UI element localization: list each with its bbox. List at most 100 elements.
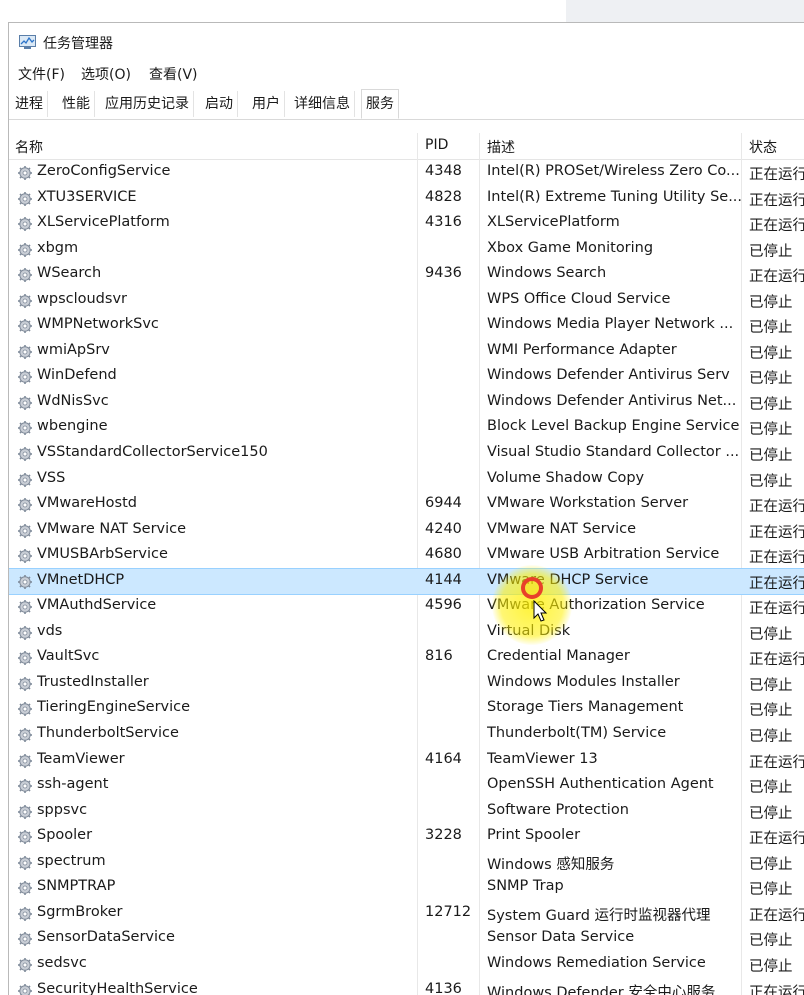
table-row[interactable]: VMUSBArbService4680VMware USB Arbitratio… [9, 543, 804, 569]
service-name: TieringEngineService [37, 699, 417, 715]
menu-bar: 文件(F) 选项(O) 查看(V) [9, 61, 804, 85]
service-status: 已停止 [749, 291, 804, 312]
table-row[interactable]: ZeroConfigService4348Intel(R) PROSet/Wir… [9, 160, 804, 186]
service-pid: 4680 [425, 546, 475, 562]
table-row[interactable]: SensorDataServiceSensor Data Service已停止 [9, 926, 804, 952]
mouse-pointer-icon [533, 600, 549, 624]
gear-icon [17, 650, 33, 666]
service-name: xbgm [37, 240, 417, 256]
tab-users[interactable]: 用户 [248, 91, 285, 117]
service-description: Sensor Data Service [487, 929, 741, 945]
service-name: SNMPTRAP [37, 878, 417, 894]
column-header-status[interactable]: 状态 [749, 137, 777, 157]
gear-icon [17, 216, 33, 232]
service-status: 正在运行 [749, 904, 804, 925]
table-row[interactable]: TeamViewer4164TeamViewer 13正在运行 [9, 748, 804, 774]
menu-file[interactable]: 文件(F) [18, 64, 65, 84]
service-description: VMware NAT Service [487, 521, 741, 537]
table-row[interactable]: VSSVolume Shadow Copy已停止 [9, 467, 804, 493]
table-row[interactable]: vdsVirtual Disk已停止 [9, 620, 804, 646]
gear-icon [17, 880, 33, 896]
table-row[interactable]: SecurityHealthService4136Windows Defende… [9, 978, 804, 995]
table-row[interactable]: WinDefendWindows Defender Antivirus Serv… [9, 364, 804, 390]
table-row[interactable]: Spooler3228Print Spooler正在运行 [9, 824, 804, 850]
table-row[interactable]: sppsvcSoftware Protection已停止 [9, 799, 804, 825]
title-bar[interactable]: 任务管理器 [9, 23, 804, 61]
service-description: XLServicePlatform [487, 214, 741, 230]
service-pid: 4144 [425, 572, 475, 588]
service-description: System Guard 运行时监视器代理 [487, 904, 741, 925]
gear-icon [17, 191, 33, 207]
window-title: 任务管理器 [43, 33, 113, 53]
table-row[interactable]: VMwareHostd6944VMware Workstation Server… [9, 492, 804, 518]
service-name: TeamViewer [37, 751, 417, 767]
table-row[interactable]: VSStandardCollectorService150Visual Stud… [9, 441, 804, 467]
service-description: Credential Manager [487, 648, 741, 664]
table-row[interactable]: VMware NAT Service4240VMware NAT Service… [9, 518, 804, 544]
gear-icon [17, 318, 33, 334]
table-row[interactable]: wpscloudsvrWPS Office Cloud Service已停止 [9, 288, 804, 314]
table-row[interactable]: SNMPTRAPSNMP Trap已停止 [9, 875, 804, 901]
table-row[interactable]: WdNisSvcWindows Defender Antivirus Net..… [9, 390, 804, 416]
service-description: Windows 感知服务 [487, 853, 741, 874]
service-description: VMware USB Arbitration Service [487, 546, 741, 562]
gear-icon [17, 701, 33, 717]
table-row[interactable]: XTU3SERVICE4828Intel(R) Extreme Tuning U… [9, 186, 804, 212]
gear-icon [17, 267, 33, 283]
service-status: 已停止 [749, 776, 804, 797]
tab-services[interactable]: 服务 [361, 89, 399, 119]
column-header-description[interactable]: 描述 [487, 137, 515, 157]
gear-icon [17, 906, 33, 922]
tab-details[interactable]: 详细信息 [290, 91, 355, 117]
tab-app-history[interactable]: 应用历史记录 [101, 91, 194, 117]
table-row[interactable]: VMnetDHCP4144VMware DHCP Service正在运行 [9, 569, 804, 595]
table-row[interactable]: sedsvcWindows Remediation Service已停止 [9, 952, 804, 978]
tab-startup[interactable]: 启动 [201, 91, 238, 117]
service-name: Spooler [37, 827, 417, 843]
service-status: 已停止 [749, 853, 804, 874]
table-row[interactable]: ssh-agentOpenSSH Authentication Agent已停止 [9, 773, 804, 799]
service-description: Windows Remediation Service [487, 955, 741, 971]
service-name: SecurityHealthService [37, 981, 417, 995]
tab-performance[interactable]: 性能 [58, 91, 95, 117]
service-status: 已停止 [749, 699, 804, 720]
service-description: Volume Shadow Copy [487, 470, 741, 486]
gear-icon [17, 599, 33, 615]
menu-options[interactable]: 选项(O) [81, 64, 131, 84]
gear-icon [17, 625, 33, 641]
service-name: wbengine [37, 418, 417, 434]
service-description: Windows Modules Installer [487, 674, 741, 690]
service-name: sppsvc [37, 802, 417, 818]
gear-icon [17, 293, 33, 309]
service-status: 已停止 [749, 929, 804, 950]
table-row[interactable]: wmiApSrvWMI Performance Adapter已停止 [9, 339, 804, 365]
table-row[interactable]: VaultSvc816Credential Manager正在运行 [9, 645, 804, 671]
service-description: TeamViewer 13 [487, 751, 741, 767]
table-row[interactable]: WMPNetworkSvcWindows Media Player Networ… [9, 313, 804, 339]
table-row[interactable]: spectrumWindows 感知服务已停止 [9, 850, 804, 876]
table-row[interactable]: VMAuthdService4596VMware Authorization S… [9, 594, 804, 620]
table-row[interactable]: xbgmXbox Game Monitoring已停止 [9, 237, 804, 263]
service-name: VMware NAT Service [37, 521, 417, 537]
menu-view[interactable]: 查看(V) [149, 64, 198, 84]
gear-icon [17, 472, 33, 488]
table-row[interactable]: ThunderboltServiceThunderbolt(TM) Servic… [9, 722, 804, 748]
table-row[interactable]: TrustedInstallerWindows Modules Installe… [9, 671, 804, 697]
gear-icon [17, 344, 33, 360]
service-status: 已停止 [749, 367, 804, 388]
gear-icon [17, 855, 33, 871]
table-row[interactable]: SgrmBroker12712System Guard 运行时监视器代理正在运行 [9, 901, 804, 927]
service-status: 已停止 [749, 955, 804, 976]
column-header-pid[interactable]: PID [425, 137, 448, 153]
service-status: 已停止 [749, 418, 804, 439]
tab-processes[interactable]: 进程 [11, 91, 48, 117]
table-row[interactable]: WSearch9436Windows Search正在运行 [9, 262, 804, 288]
service-status: 已停止 [749, 878, 804, 899]
service-description: Windows Defender Antivirus Net... [487, 393, 741, 409]
service-name: XLServicePlatform [37, 214, 417, 230]
column-header-name[interactable]: 名称 [15, 137, 43, 157]
table-row[interactable]: TieringEngineServiceStorage Tiers Manage… [9, 696, 804, 722]
table-row[interactable]: XLServicePlatform4316XLServicePlatform正在… [9, 211, 804, 237]
table-row[interactable]: wbengineBlock Level Backup Engine Servic… [9, 415, 804, 441]
gear-icon [17, 804, 33, 820]
